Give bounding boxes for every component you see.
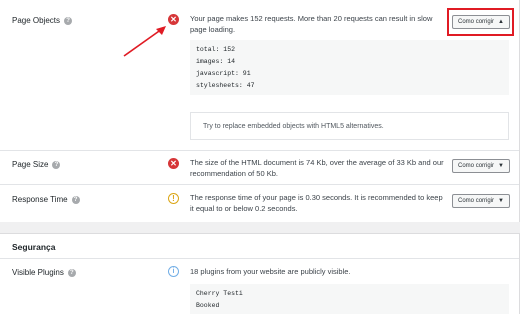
- info-icon: i: [168, 266, 179, 277]
- response-time-label: Response Time: [12, 195, 68, 204]
- detail-line: total: 152: [196, 46, 236, 53]
- page-size-message: The size of the HTML document is 74 Kb, …: [190, 158, 444, 178]
- detail-line: images: 14: [196, 58, 236, 65]
- visible-plugins-row: Visible Plugins ? i 18 plugins from your…: [0, 259, 520, 314]
- page-objects-label-group: Page Objects ?: [12, 16, 73, 25]
- security-section-title: Segurança: [12, 242, 56, 252]
- help-icon[interactable]: ?: [52, 160, 61, 169]
- plugin-line: Booked: [196, 302, 220, 309]
- detail-line: javascript: 91: [196, 70, 251, 77]
- visible-plugins-label: Visible Plugins: [12, 268, 64, 277]
- how-to-fix-label: Como corrigir: [458, 198, 495, 204]
- how-to-fix-button[interactable]: Como corrigir ▼: [452, 159, 510, 173]
- chevron-down-icon: ▼: [498, 163, 504, 169]
- page-objects-label: Page Objects: [12, 16, 61, 25]
- response-time-row: Response Time ? ! The response time of y…: [0, 184, 519, 223]
- page-size-row: Page Size ? ✕ The size of the HTML docum…: [0, 150, 519, 185]
- chevron-down-icon: ▼: [498, 198, 504, 204]
- page-objects-details: total: 152 images: 14 javascript: 91 sty…: [190, 40, 509, 95]
- response-time-message: The response time of your page is 0.30 s…: [190, 193, 443, 213]
- visible-plugins-details: Cherry Testi Booked: [190, 284, 509, 314]
- help-icon[interactable]: ?: [67, 268, 76, 277]
- page-size-label: Page Size: [12, 160, 49, 169]
- page-size-label-group: Page Size ?: [12, 160, 61, 169]
- visible-plugins-message: 18 plugins from your website are publicl…: [190, 267, 351, 276]
- highlight-box: [447, 8, 514, 36]
- warning-icon: !: [168, 193, 179, 204]
- arrow-annotation: [123, 26, 166, 57]
- visible-plugins-label-group: Visible Plugins ?: [12, 268, 76, 277]
- error-icon: ✕: [168, 158, 179, 169]
- page-objects-message: Your page makes 152 requests. More than …: [190, 14, 433, 34]
- detail-line: stylesheets: 47: [196, 82, 255, 89]
- how-to-fix-label: Como corrigir: [458, 163, 495, 169]
- page-objects-tip: Try to replace embedded objects with HTM…: [190, 112, 509, 140]
- help-icon[interactable]: ?: [64, 16, 73, 25]
- plugin-line: Cherry Testi: [196, 290, 243, 297]
- response-time-label-group: Response Time ?: [12, 195, 80, 204]
- how-to-fix-button[interactable]: Como corrigir ▼: [452, 194, 510, 208]
- performance-panel: Page Objects ? ✕ Your page makes 152 req…: [0, 0, 520, 222]
- page-objects-row: Page Objects ? ✕ Your page makes 152 req…: [0, 0, 519, 150]
- help-icon[interactable]: ?: [71, 195, 80, 204]
